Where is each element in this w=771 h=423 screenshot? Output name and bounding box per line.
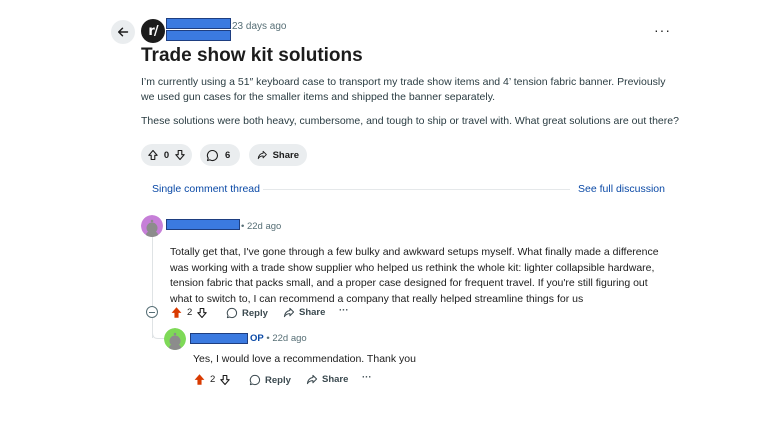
redacted-subreddit-name — [166, 18, 231, 29]
post-body-paragraph: I’m currently using a 51″ keyboard case … — [141, 76, 666, 103]
comment-vote-count: 2 — [187, 307, 193, 318]
share-icon — [257, 150, 267, 160]
comment-vote-count: 2 — [210, 374, 216, 385]
redacted-op-name — [190, 333, 248, 344]
upvote-icon[interactable] — [193, 373, 206, 386]
share-icon — [306, 374, 318, 385]
thread-line — [152, 236, 153, 306]
post-vote-bar: 0 — [141, 144, 192, 166]
share-button[interactable]: Share — [283, 307, 325, 318]
comment-timestamp: • 22d ago — [241, 221, 282, 232]
op-meta: OP • 22d ago — [250, 333, 307, 344]
post-body-paragraph: These solutions were both heavy, cumbers… — [141, 115, 679, 127]
share-label: Share — [299, 307, 326, 318]
comment-count: 6 — [225, 149, 231, 161]
comment-icon — [226, 307, 238, 319]
downvote-icon[interactable] — [219, 374, 231, 386]
arrow-left-icon — [118, 27, 129, 37]
share-button[interactable]: Share — [306, 374, 348, 385]
reply-label: Reply — [265, 374, 291, 386]
collapse-thread-button[interactable] — [146, 306, 158, 318]
downvote-icon[interactable] — [174, 149, 186, 161]
comment-body: Yes, I would love a recommendation. Than… — [193, 353, 416, 365]
op-badge: OP — [250, 333, 264, 344]
comment-body: Totally get that, I've gone through a fe… — [170, 246, 659, 305]
reply-button[interactable]: Reply — [249, 374, 291, 386]
share-label: Share — [322, 374, 349, 385]
back-button[interactable] — [111, 20, 135, 44]
post-title: Trade show kit solutions — [141, 45, 363, 66]
share-button[interactable]: Share — [249, 144, 307, 166]
op-avatar[interactable] — [164, 328, 186, 350]
comment-timestamp: • 22d ago — [266, 333, 307, 344]
redacted-author-name — [166, 30, 231, 41]
more-options-icon[interactable]: ··· — [654, 22, 671, 38]
comment-vote-bar: 2 — [193, 373, 231, 386]
comment-vote-bar: 2 — [170, 306, 208, 319]
reply-label: Reply — [242, 307, 268, 319]
subreddit-icon[interactable]: r/ — [141, 19, 165, 43]
post-timestamp: 23 days ago — [232, 21, 287, 32]
comments-button[interactable]: 6 — [200, 144, 240, 166]
see-full-discussion-link[interactable]: See full discussion — [578, 183, 665, 195]
redacted-commenter-name — [166, 219, 240, 230]
share-icon — [283, 307, 295, 318]
more-options-icon[interactable]: ··· — [339, 305, 349, 316]
comment-icon — [206, 149, 218, 161]
thread-divider — [263, 189, 570, 190]
upvote-icon[interactable] — [147, 149, 159, 161]
single-comment-thread-link[interactable]: Single comment thread — [152, 183, 260, 195]
commenter-avatar[interactable] — [141, 215, 163, 237]
share-label: Share — [272, 149, 299, 161]
downvote-icon[interactable] — [196, 307, 208, 319]
reply-button[interactable]: Reply — [226, 307, 268, 319]
upvote-icon[interactable] — [170, 306, 183, 319]
post-vote-count: 0 — [163, 149, 170, 161]
more-options-icon[interactable]: ··· — [362, 372, 372, 383]
comment-icon — [249, 374, 261, 386]
